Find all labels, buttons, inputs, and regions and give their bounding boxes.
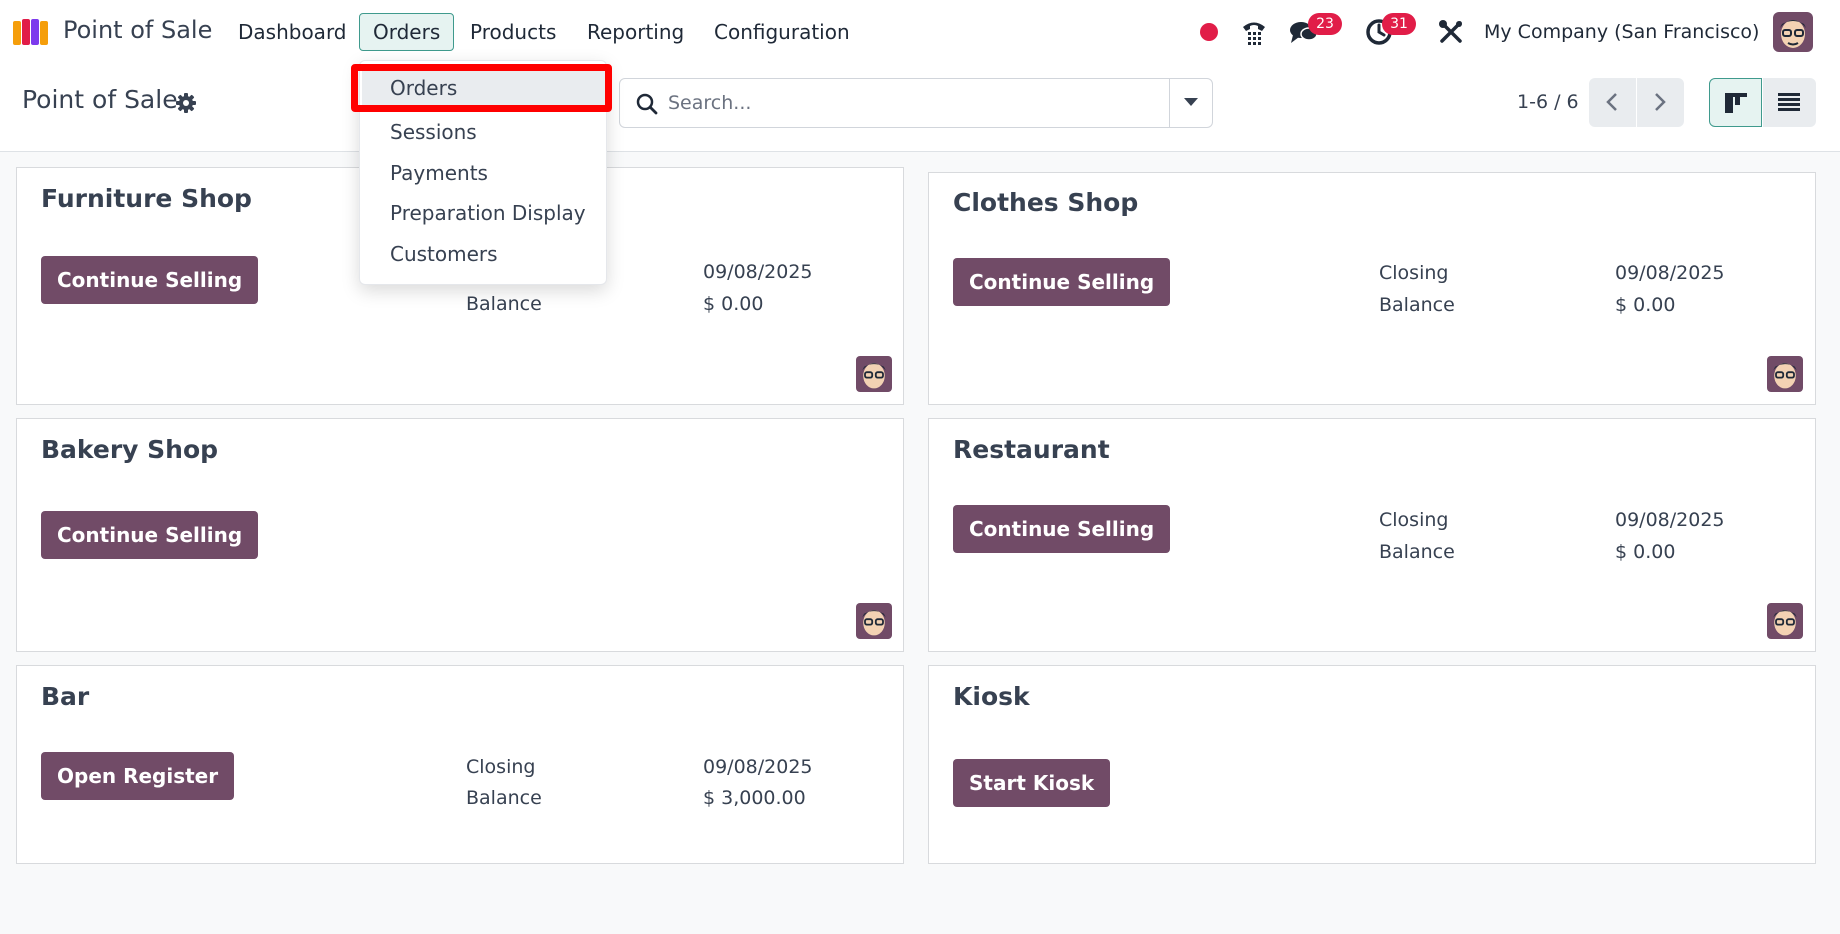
pos-card-kiosk: Kiosk Start Kiosk bbox=[928, 665, 1816, 864]
pos-card-restaurant: Restaurant Continue Selling Closing 09/0… bbox=[928, 418, 1816, 652]
gear-icon[interactable] bbox=[175, 92, 197, 114]
continue-selling-button[interactable]: Continue Selling bbox=[953, 258, 1171, 306]
app-title[interactable]: Point of Sale bbox=[63, 16, 212, 44]
start-kiosk-button[interactable]: Start Kiosk bbox=[953, 759, 1111, 807]
closing-date: 09/08/2025 bbox=[1615, 262, 1725, 284]
caret-down-icon bbox=[1184, 98, 1198, 106]
responsible-avatar bbox=[856, 356, 892, 392]
status-dot-icon[interactable] bbox=[1200, 23, 1218, 41]
menu-configuration[interactable]: Configuration bbox=[714, 20, 850, 44]
search-bar bbox=[619, 78, 1213, 128]
balance-label: Balance bbox=[466, 787, 542, 809]
search-input[interactable] bbox=[668, 89, 1128, 117]
dropdown-item-preparation-display[interactable]: Preparation Display bbox=[390, 201, 586, 225]
menu-orders[interactable]: Orders bbox=[359, 13, 455, 51]
chevron-right-icon bbox=[1655, 93, 1666, 111]
closing-date: 09/08/2025 bbox=[703, 261, 813, 283]
dropdown-item-customers[interactable]: Customers bbox=[390, 242, 498, 266]
menu-products[interactable]: Products bbox=[470, 20, 556, 44]
responsible-avatar bbox=[1767, 356, 1803, 392]
closing-label: Closing bbox=[466, 756, 536, 778]
card-title: Bakery Shop bbox=[41, 435, 219, 464]
closing-label: Closing bbox=[1379, 509, 1449, 531]
pager-previous-button[interactable] bbox=[1589, 78, 1636, 127]
closing-date: 09/08/2025 bbox=[703, 756, 813, 778]
dropdown-item-sessions[interactable]: Sessions bbox=[390, 120, 477, 144]
chevron-left-icon bbox=[1606, 93, 1617, 111]
search-options-toggle[interactable] bbox=[1169, 79, 1212, 127]
search-icon bbox=[635, 92, 659, 116]
tools-icon[interactable] bbox=[1437, 18, 1465, 46]
balance-value: $ 0.00 bbox=[1615, 541, 1676, 563]
balance-value: $ 0.00 bbox=[1615, 294, 1676, 316]
responsible-avatar bbox=[856, 603, 892, 639]
balance-label: Balance bbox=[466, 293, 542, 315]
continue-selling-button[interactable]: Continue Selling bbox=[953, 505, 1171, 553]
kanban-view-button[interactable] bbox=[1709, 78, 1762, 127]
pos-card-bar: Bar Open Register Closing 09/08/2025 Bal… bbox=[16, 665, 904, 864]
continue-selling-button[interactable]: Continue Selling bbox=[41, 511, 259, 559]
card-title: Kiosk bbox=[953, 682, 1030, 711]
card-title: Clothes Shop bbox=[953, 188, 1139, 217]
card-title: Bar bbox=[41, 682, 90, 711]
card-title: Furniture Shop bbox=[41, 184, 252, 213]
messages-badge: 23 bbox=[1308, 13, 1342, 35]
activities-badge: 31 bbox=[1382, 13, 1416, 35]
card-title: Restaurant bbox=[953, 435, 1110, 464]
kanban-icon bbox=[1725, 93, 1747, 113]
closing-date: 09/08/2025 bbox=[1615, 509, 1725, 531]
balance-value: $ 0.00 bbox=[703, 293, 764, 315]
open-register-button[interactable]: Open Register bbox=[41, 752, 235, 800]
control-panel: Point of Sale 1-6 / 6 bbox=[0, 63, 1840, 152]
menu-reporting[interactable]: Reporting bbox=[587, 20, 684, 44]
balance-value: $ 3,000.00 bbox=[703, 787, 806, 809]
pos-card-bakery-shop: Bakery Shop Continue Selling bbox=[16, 418, 904, 652]
responsible-avatar bbox=[1767, 603, 1803, 639]
highlight-annotation bbox=[351, 64, 612, 112]
user-avatar[interactable] bbox=[1773, 12, 1813, 52]
dropdown-item-payments[interactable]: Payments bbox=[390, 161, 488, 185]
continue-selling-button[interactable]: Continue Selling bbox=[41, 256, 259, 304]
balance-label: Balance bbox=[1379, 294, 1455, 316]
company-switcher[interactable]: My Company (San Francisco) bbox=[1484, 21, 1759, 43]
list-icon bbox=[1778, 93, 1800, 111]
top-navbar: Point of Sale Dashboard Orders Products … bbox=[0, 0, 1840, 63]
pager-next-button[interactable] bbox=[1637, 78, 1684, 127]
closing-label: Closing bbox=[1379, 262, 1449, 284]
list-view-button[interactable] bbox=[1763, 78, 1816, 127]
pos-card-clothes-shop: Clothes Shop Continue Selling Closing 09… bbox=[928, 172, 1816, 405]
page-title: Point of Sale bbox=[22, 85, 178, 114]
pager-value[interactable]: 1-6 / 6 bbox=[1517, 91, 1579, 113]
phone-icon[interactable] bbox=[1240, 18, 1268, 46]
balance-label: Balance bbox=[1379, 541, 1455, 563]
menu-dashboard[interactable]: Dashboard bbox=[238, 20, 347, 44]
pos-app-icon[interactable] bbox=[12, 17, 50, 47]
